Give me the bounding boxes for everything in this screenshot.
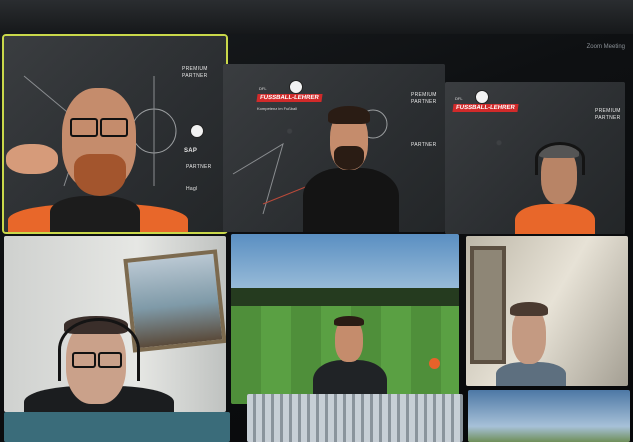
building <box>247 394 463 442</box>
sponsor-text: PREMIUM <box>595 108 621 114</box>
window-top-bar: Zoom Meeting <box>0 0 633 50</box>
glasses <box>70 118 98 137</box>
video-tile-p9[interactable] <box>468 390 630 442</box>
football-icon <box>429 358 440 369</box>
football-icon <box>289 80 303 94</box>
video-tile-p1[interactable]: PREMIUM PARTNER PARTNER Hagl SAP <box>2 34 228 234</box>
headset <box>58 318 140 381</box>
sponsor-text: PARTNER <box>411 99 437 105</box>
video-tile-p2[interactable]: DFL FUSSBALL-LEHRER Kompetenz im Fußball… <box>223 64 445 232</box>
video-tile-p5[interactable] <box>231 234 459 404</box>
shelf <box>470 246 506 364</box>
beard <box>74 154 126 196</box>
video-tile-p4[interactable] <box>4 236 226 412</box>
sponsor-text: PARTNER <box>595 115 621 121</box>
football-icon <box>475 90 489 104</box>
hand <box>6 144 58 174</box>
video-tile-p8[interactable] <box>247 394 463 442</box>
window-corner-label: Zoom Meeting <box>586 44 625 50</box>
headset <box>535 142 585 175</box>
brand-badge: FUSSBALL-LEHRER <box>256 94 323 102</box>
brand-top: DFL <box>259 86 267 91</box>
video-tile-p3[interactable]: DFL FUSSBALL-LEHRER PREMIUM PARTNER <box>445 82 625 234</box>
hair <box>328 106 370 124</box>
sponsor-text: PREMIUM <box>182 66 208 72</box>
hair <box>334 316 364 326</box>
beard <box>334 146 364 170</box>
glasses <box>72 352 96 368</box>
brand-sub: Kompetenz im Fußball <box>257 106 298 111</box>
brand-badge: FUSSBALL-LEHRER <box>452 104 519 112</box>
sponsor-text: Hagl <box>186 186 198 192</box>
torso-collar <box>50 196 140 232</box>
sponsor-text: PARTNER <box>182 73 208 79</box>
video-tile-p7[interactable] <box>4 412 230 442</box>
sponsor-text: PREMIUM <box>411 92 437 98</box>
wall-painting <box>123 249 226 353</box>
sponsor-text: PARTNER <box>186 164 212 170</box>
sponsor-brand: SAP <box>184 148 198 154</box>
glasses <box>98 352 122 368</box>
outdoor-sky <box>468 390 630 442</box>
sponsor-text: PARTNER <box>411 142 437 148</box>
football-icon <box>190 124 204 138</box>
hair <box>510 302 548 316</box>
meeting-screen: Zoom Meeting PREMIUM PARTNER PARTNER Hag… <box>0 0 633 442</box>
glasses <box>100 118 128 137</box>
torso <box>303 168 399 232</box>
brand-top: DFL <box>455 96 463 101</box>
torso <box>515 204 595 234</box>
video-tile-p6[interactable] <box>466 236 628 386</box>
tile-background <box>4 412 230 442</box>
torso <box>496 362 566 386</box>
